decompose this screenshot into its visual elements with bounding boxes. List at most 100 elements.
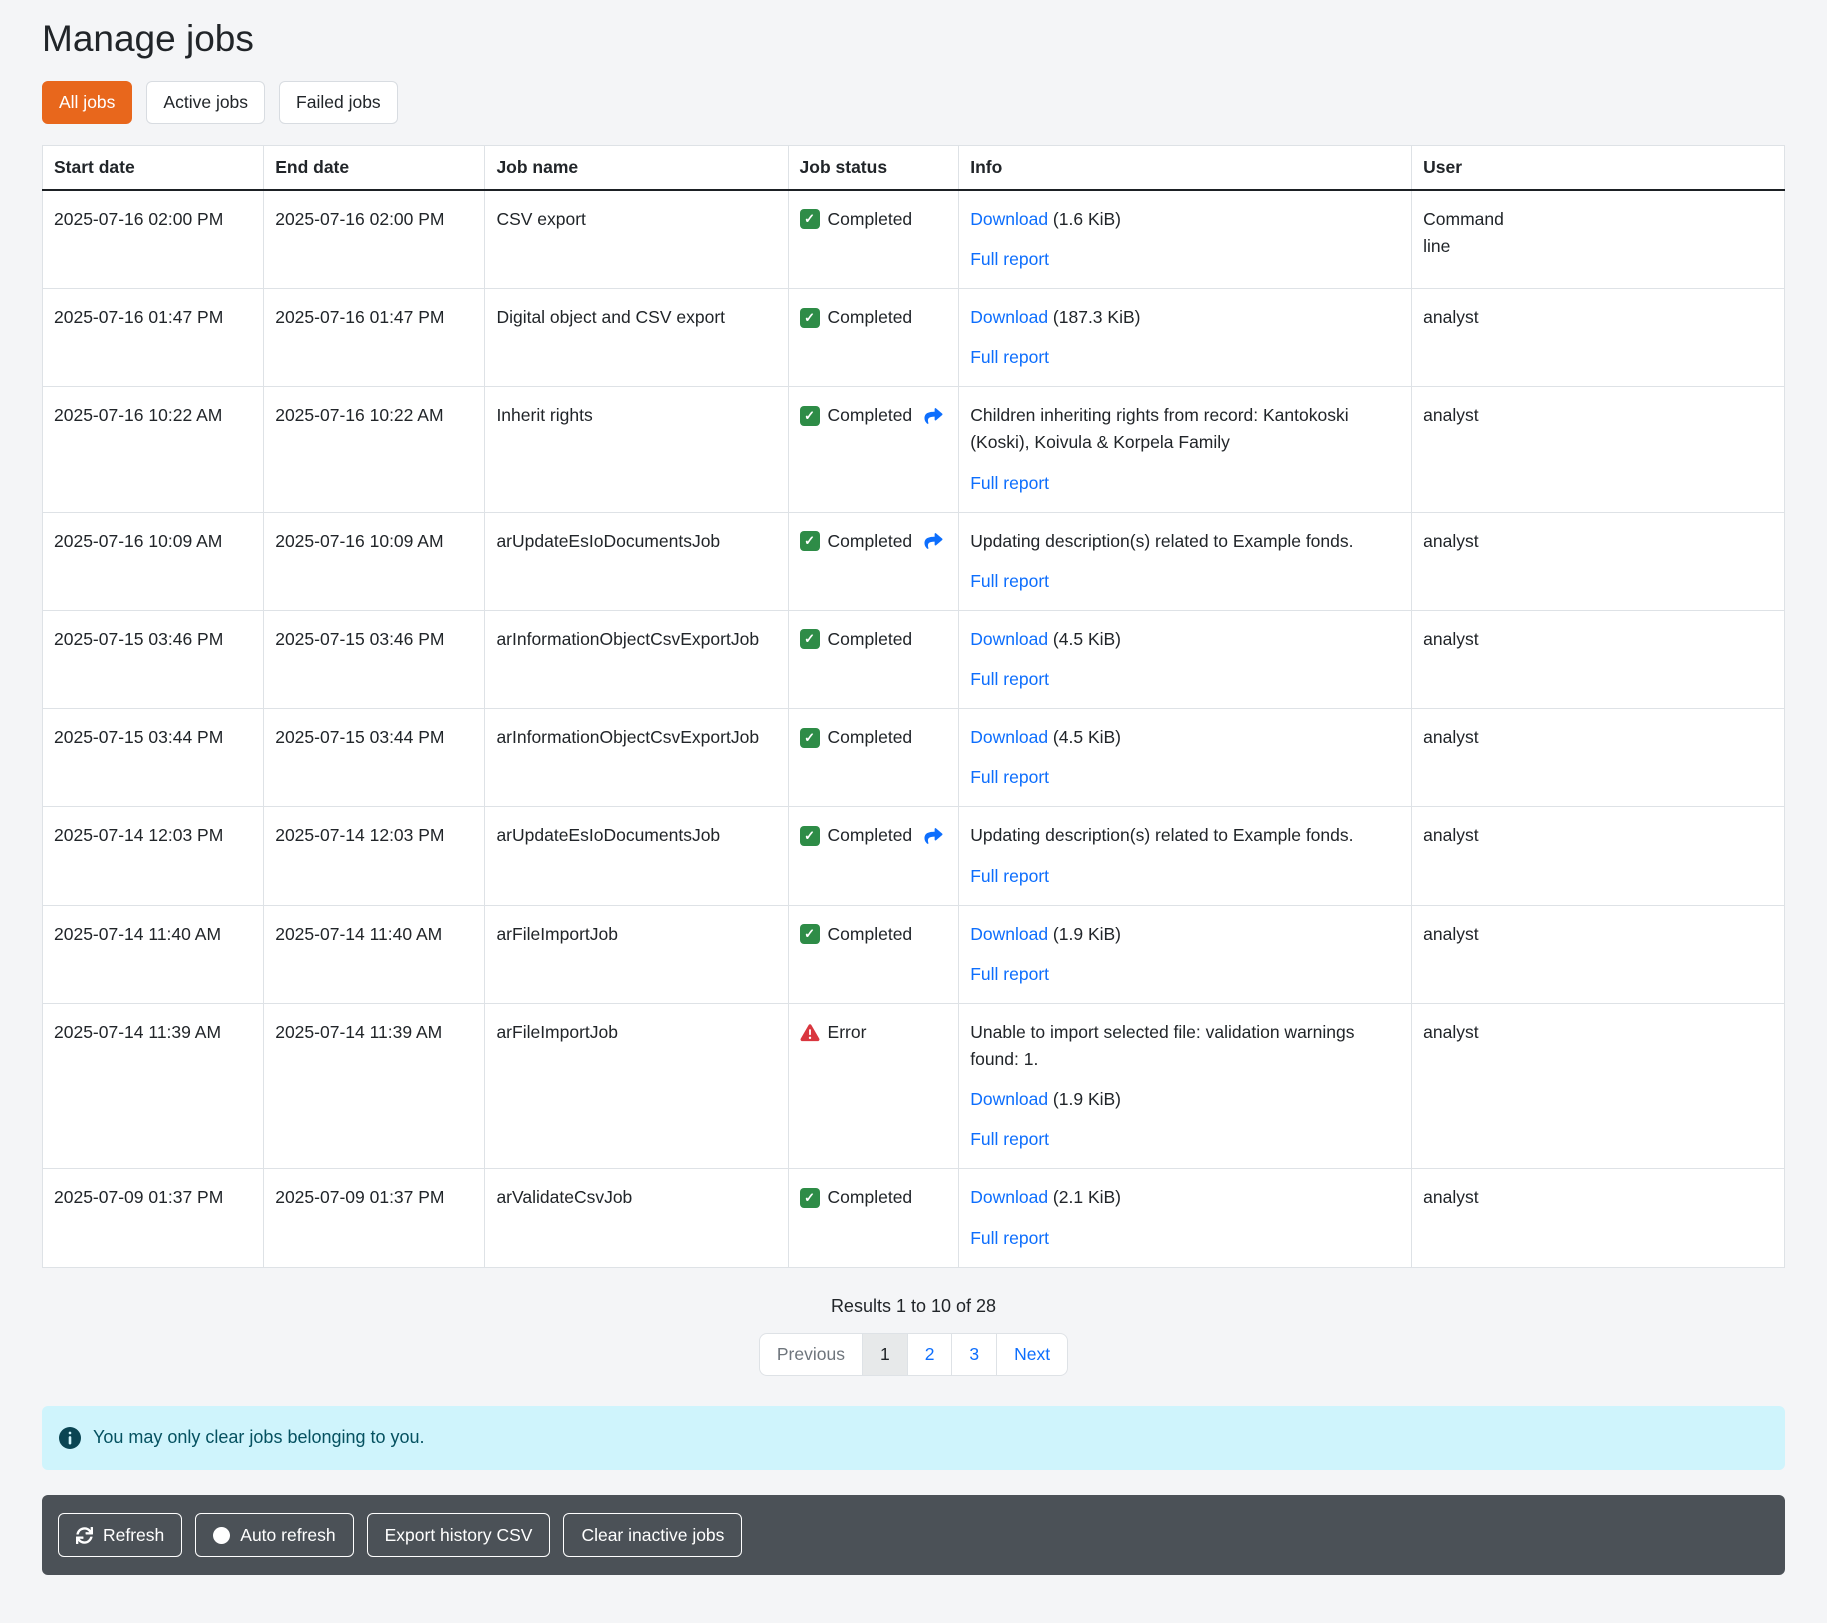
start-date-cell: 2025-07-16 10:09 AM <box>43 512 264 610</box>
full-report-link[interactable]: Full report <box>970 1129 1049 1149</box>
pagination-previous[interactable]: Previous <box>760 1334 862 1375</box>
full-report-link[interactable]: Full report <box>970 473 1049 493</box>
end-date-cell: 2025-07-16 02:00 PM <box>264 190 485 289</box>
job-name-cell: arInformationObjectCsvExportJob <box>485 709 788 807</box>
user-value: analyst <box>1423 1019 1478 1046</box>
user-value: analyst <box>1423 304 1478 331</box>
filter-all-jobs-button[interactable]: All jobs <box>42 81 132 124</box>
start-date-cell: 2025-07-16 10:22 AM <box>43 387 264 512</box>
full-report-link[interactable]: Full report <box>970 669 1049 689</box>
pagination-page-2[interactable]: 2 <box>907 1334 952 1375</box>
job-name-cell: CSV export <box>485 190 788 289</box>
pagination-page-3[interactable]: 3 <box>951 1334 996 1375</box>
jobs-table: Start date End date Job name Job status … <box>42 145 1785 1268</box>
job-status-label: Completed <box>828 822 913 849</box>
job-name-cell: arValidateCsvJob <box>485 1169 788 1267</box>
job-status-cell: Error <box>788 1003 959 1169</box>
share-arrow-icon[interactable] <box>923 407 944 425</box>
end-date-cell: 2025-07-16 10:09 AM <box>264 512 485 610</box>
end-date-cell: 2025-07-15 03:46 PM <box>264 610 485 708</box>
full-report-link[interactable]: Full report <box>970 866 1049 886</box>
user-value: Command line <box>1423 206 1528 260</box>
download-size: (187.3 KiB) <box>1048 307 1140 327</box>
circle-dot-icon <box>213 1527 230 1544</box>
info-cell: Download (1.6 KiB) Full report <box>959 190 1412 289</box>
clear-inactive-jobs-button[interactable]: Clear inactive jobs <box>563 1513 742 1558</box>
completed-check-icon: ✓ <box>800 728 820 748</box>
download-link[interactable]: Download <box>970 1089 1048 1109</box>
error-triangle-icon <box>800 1023 820 1042</box>
end-date-cell: 2025-07-14 11:39 AM <box>264 1003 485 1169</box>
info-circle-icon <box>59 1427 81 1449</box>
start-date-cell: 2025-07-09 01:37 PM <box>43 1169 264 1267</box>
job-status-label: Error <box>828 1019 867 1046</box>
job-status-label: Completed <box>828 1184 913 1211</box>
full-report-link[interactable]: Full report <box>970 1228 1049 1248</box>
download-line: Download (2.1 KiB) <box>970 1184 1400 1211</box>
notice-banner: You may only clear jobs belonging to you… <box>42 1406 1785 1470</box>
job-status-cell: ✓ Completed <box>788 289 959 387</box>
completed-check-icon: ✓ <box>800 924 820 944</box>
start-date-cell: 2025-07-14 12:03 PM <box>43 807 264 905</box>
share-arrow-icon[interactable] <box>923 827 944 845</box>
export-history-csv-button[interactable]: Export history CSV <box>367 1513 551 1558</box>
user-value: analyst <box>1423 724 1478 751</box>
download-link[interactable]: Download <box>970 629 1048 649</box>
table-row: 2025-07-16 01:47 PM 2025-07-16 01:47 PM … <box>43 289 1785 387</box>
jobs-table-header: Start date End date Job name Job status … <box>43 145 1785 190</box>
user-cell: analyst <box>1412 289 1785 387</box>
job-status-label: Completed <box>828 402 913 429</box>
user-value: analyst <box>1423 921 1478 948</box>
full-report-link[interactable]: Full report <box>970 964 1049 984</box>
full-report-line: Full report <box>970 246 1400 273</box>
download-line: Download (4.5 KiB) <box>970 626 1400 653</box>
download-size: (4.5 KiB) <box>1048 727 1121 747</box>
clear-inactive-jobs-button-label: Clear inactive jobs <box>581 1524 724 1547</box>
download-line: Download (1.9 KiB) <box>970 1086 1400 1113</box>
download-line: Download (1.6 KiB) <box>970 206 1400 233</box>
download-line: Download (4.5 KiB) <box>970 724 1400 751</box>
job-status-label: Completed <box>828 626 913 653</box>
pagination: Previous 1 2 3 Next <box>42 1333 1785 1376</box>
pagination-next[interactable]: Next <box>996 1334 1067 1375</box>
table-row: 2025-07-14 12:03 PM 2025-07-14 12:03 PM … <box>43 807 1785 905</box>
actions-toolbar: Refresh Auto refresh Export history CSV … <box>42 1495 1785 1576</box>
user-cell: Command line <box>1412 190 1785 289</box>
start-date-cell: 2025-07-15 03:46 PM <box>43 610 264 708</box>
job-name-cell: arInformationObjectCsvExportJob <box>485 610 788 708</box>
full-report-line: Full report <box>970 764 1400 791</box>
filter-failed-jobs-button[interactable]: Failed jobs <box>279 81 398 124</box>
full-report-link[interactable]: Full report <box>970 571 1049 591</box>
table-row: 2025-07-16 02:00 PM 2025-07-16 02:00 PM … <box>43 190 1785 289</box>
results-count: Results 1 to 10 of 28 <box>42 1296 1785 1317</box>
job-status-cell: ✓ Completed <box>788 512 959 610</box>
info-cell: Updating description(s) related to Examp… <box>959 512 1412 610</box>
table-row: 2025-07-14 11:39 AM 2025-07-14 11:39 AM … <box>43 1003 1785 1169</box>
download-link[interactable]: Download <box>970 924 1048 944</box>
column-header-end-date: End date <box>264 145 485 190</box>
job-name-cell: arUpdateEsIoDocumentsJob <box>485 512 788 610</box>
download-link[interactable]: Download <box>970 727 1048 747</box>
download-link[interactable]: Download <box>970 1187 1048 1207</box>
completed-check-icon: ✓ <box>800 209 820 229</box>
full-report-link[interactable]: Full report <box>970 249 1049 269</box>
full-report-link[interactable]: Full report <box>970 347 1049 367</box>
auto-refresh-button[interactable]: Auto refresh <box>195 1513 353 1558</box>
job-status-cell: ✓ Completed <box>788 905 959 1003</box>
full-report-link[interactable]: Full report <box>970 767 1049 787</box>
share-arrow-icon[interactable] <box>923 532 944 550</box>
job-name-cell: arFileImportJob <box>485 1003 788 1169</box>
refresh-button[interactable]: Refresh <box>58 1513 182 1558</box>
download-size: (4.5 KiB) <box>1048 629 1121 649</box>
auto-refresh-button-label: Auto refresh <box>240 1524 335 1547</box>
user-value: analyst <box>1423 528 1478 555</box>
start-date-cell: 2025-07-14 11:40 AM <box>43 905 264 1003</box>
end-date-cell: 2025-07-16 10:22 AM <box>264 387 485 512</box>
pagination-page-1[interactable]: 1 <box>862 1334 907 1375</box>
filter-active-jobs-button[interactable]: Active jobs <box>146 81 265 124</box>
info-cell: Download (2.1 KiB) Full report <box>959 1169 1412 1267</box>
info-text: Updating description(s) related to Examp… <box>970 822 1400 849</box>
export-history-csv-button-label: Export history CSV <box>385 1524 533 1547</box>
download-link[interactable]: Download <box>970 209 1048 229</box>
download-link[interactable]: Download <box>970 307 1048 327</box>
